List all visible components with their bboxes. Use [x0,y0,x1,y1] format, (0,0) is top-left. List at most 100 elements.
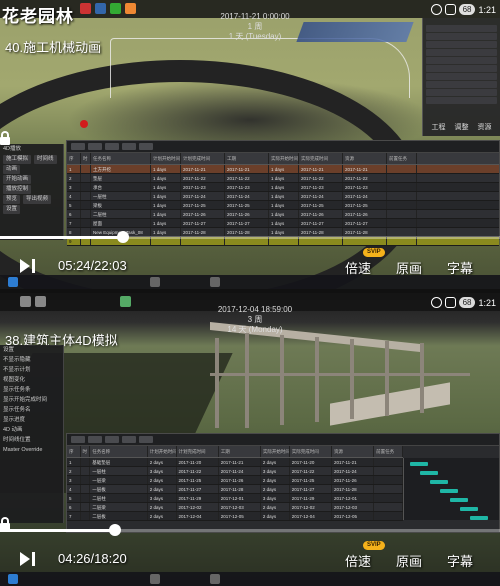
property-row[interactable] [426,49,497,56]
table-row[interactable]: 4 一层柱 1 days 2017-11-24 2017-11-24 1 days 2017… [67,192,499,201]
checkbox-option[interactable]: 时间线位置 [3,436,60,445]
table-row[interactable]: 6 二层梁 2 days 2017-12-02 2017-12-03 2 days 2017… [67,503,403,512]
property-row[interactable] [426,33,497,40]
start-icon[interactable] [8,574,18,584]
gantt-chart[interactable] [403,458,499,520]
gantt-bar[interactable] [430,480,448,484]
toolbar-button[interactable] [122,143,136,150]
app-icon[interactable] [110,3,121,14]
toolbar-button[interactable] [122,436,136,443]
toolbar-button[interactable] [105,436,119,443]
toolbar-button[interactable] [105,143,119,150]
table-row[interactable]: 3 一层梁 2 days 2017-11-25 2017-11-26 2 days 2017… [67,476,403,485]
tab-adjust[interactable]: 调整 [455,122,469,132]
start-icon[interactable] [8,277,18,287]
property-row[interactable] [426,25,497,32]
play-pause-button[interactable] [20,259,36,273]
subtitle-button[interactable]: 字幕 [447,551,473,570]
table-row[interactable]: 2 垫层 1 days 2017-11-22 2017-11-22 1 days 2017-… [67,174,499,183]
checkbox-option[interactable]: 不显示计划 [3,366,60,375]
quality-button[interactable]: 原画 [396,551,422,570]
progress-bar[interactable] [0,231,500,243]
checkbox-option[interactable]: 不显示隐藏 [3,356,60,365]
panel-button[interactable]: 导出视频 [23,195,52,204]
column-header[interactable]: 时 [81,153,91,164]
toolbar-button[interactable] [139,143,153,150]
property-row[interactable] [426,57,497,64]
app-icon[interactable] [35,296,46,307]
checkbox-option[interactable]: 显示任务条 [3,386,60,395]
column-header[interactable]: 计划完成时间 [181,153,225,164]
checkbox-option[interactable]: 显示任务名 [3,406,60,415]
progress-knob[interactable] [109,524,121,536]
column-header[interactable]: 前置任务 [387,153,417,164]
column-header[interactable]: 时 [81,446,91,457]
screen-icon[interactable] [444,297,456,308]
app-icon[interactable] [125,3,136,14]
app-icon[interactable] [210,574,220,584]
record-icon[interactable] [430,4,442,15]
gantt-bar[interactable] [450,498,468,502]
table-row[interactable]: 1 土方开挖 1 days 2017-11-21 2017-11-21 1 days 201… [67,165,499,174]
column-header[interactable]: 实际完成时间 [290,446,332,457]
play-pause-button[interactable] [20,552,36,566]
video-player-bottom[interactable]: 2017-12-04 18:59:00 3 周 14 天 (Monday) 38… [0,293,500,586]
panel-button[interactable]: 播放控制 [3,185,32,194]
property-row[interactable] [426,65,497,72]
column-header[interactable]: 计划开始时间 [148,446,177,457]
column-header[interactable]: 实际开始时间 [269,153,299,164]
checkbox-option[interactable]: 视图变化 [3,376,60,385]
column-header[interactable]: 前置任务 [374,446,403,457]
table-row[interactable]: 4 一层板 2 days 2017-11-27 2017-11-28 2 days 2017… [67,485,403,494]
toolbar-button[interactable] [88,436,102,443]
column-header[interactable]: 任务名称 [90,446,148,457]
table-row[interactable]: 6 二层柱 1 days 2017-11-26 2017-11-26 1 days 2017… [67,210,499,219]
toolbar-button[interactable] [71,436,85,443]
gantt-bar[interactable] [470,516,488,520]
table-row[interactable]: 5 梁板 1 days 2017-11-25 2017-11-25 1 days 2017-… [67,201,499,210]
gantt-bar[interactable] [410,462,428,466]
screen-icon[interactable] [444,4,456,15]
speed-button[interactable]: 倍速 [345,551,371,570]
tab-resource[interactable]: 资源 [478,122,492,132]
column-header[interactable]: 序 [67,153,81,164]
tab-project[interactable]: 工程 [432,122,446,132]
app-icon[interactable] [210,277,220,287]
panel-button[interactable]: 时间线 [34,155,57,164]
video-player-top[interactable]: 2017-11-21 0:00:00 1 周 1 天 (Tuesday) 40.… [0,0,500,289]
panel-button[interactable]: 动画 [3,165,21,174]
panel-button[interactable]: 设置 [3,205,21,214]
column-header[interactable]: 计划开始时间 [151,153,181,164]
table-row[interactable]: 7 二层板 2 days 2017-12-04 2017-12-05 2 days 2017… [67,512,403,521]
progress-knob[interactable] [117,231,129,243]
panel-button[interactable]: 施工模拟 [3,155,32,164]
column-header[interactable]: 实际开始时间 [261,446,290,457]
toolbar-button[interactable] [139,436,153,443]
app-icon[interactable] [150,277,160,287]
record-icon[interactable] [430,297,442,308]
column-header[interactable]: 任务名称 [91,153,151,164]
app-icon[interactable] [80,3,91,14]
progress-bar[interactable] [0,524,500,536]
property-row[interactable] [426,97,497,104]
column-header[interactable]: 计划完成时间 [177,446,219,457]
table-row[interactable]: 3 承台 1 days 2017-11-23 2017-11-23 1 days 2017-… [67,183,499,192]
toolbar-button[interactable] [88,143,102,150]
lock-icon[interactable] [0,131,10,145]
app-icon[interactable] [150,574,160,584]
gantt-bar[interactable] [440,489,458,493]
property-row[interactable] [426,41,497,48]
column-header[interactable]: 工期 [225,153,269,164]
app-icon[interactable] [120,296,131,307]
checkbox-option[interactable]: 显示开始完成时间 [3,396,60,405]
table-row[interactable]: 1 基础垫层 2 days 2017-11-20 2017-11-21 2 days 201… [67,458,403,467]
column-header[interactable]: 资源 [343,153,387,164]
property-row[interactable] [426,73,497,80]
column-header[interactable]: 工期 [219,446,261,457]
app-icon[interactable] [20,296,31,307]
property-row[interactable] [426,81,497,88]
checkbox-option[interactable]: 显示进度 [3,416,60,425]
table-row[interactable]: 7 屋面 1 days 2017-11-27 2017-11-27 1 days 2017-… [67,219,499,228]
property-row[interactable] [426,89,497,96]
gantt-bar[interactable] [460,507,478,511]
